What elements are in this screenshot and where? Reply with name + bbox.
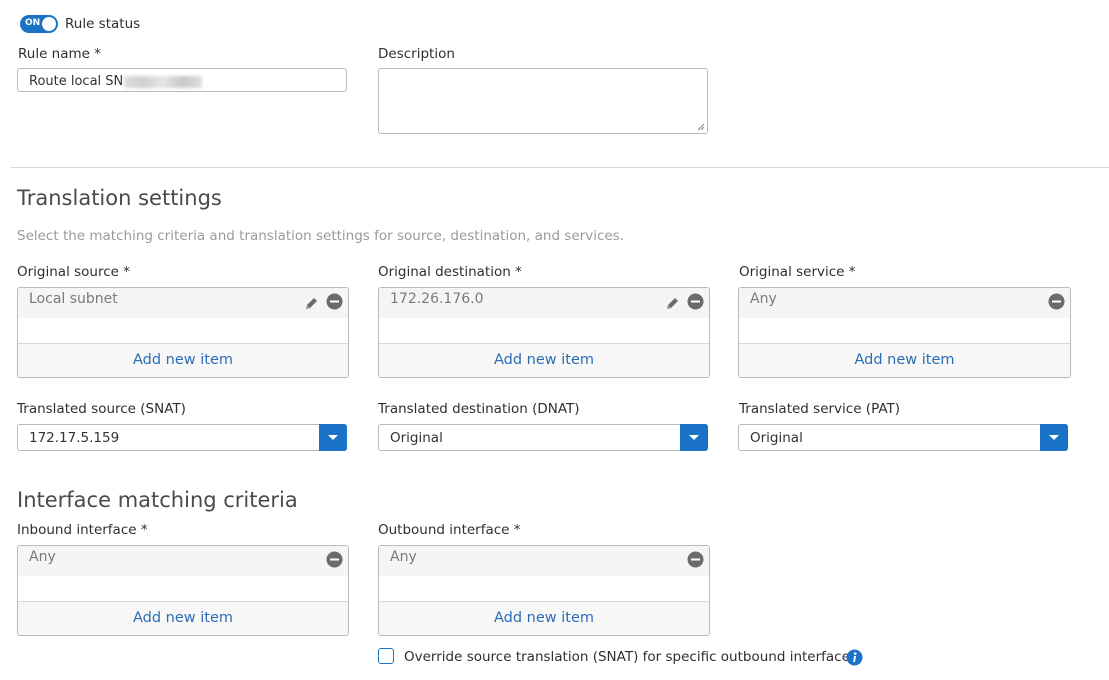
translated-destination-label: Translated destination (DNAT) [378, 401, 580, 417]
translated-destination-select[interactable]: Original [378, 424, 708, 451]
list-item: 172.26.176.0 [379, 288, 709, 318]
chevron-down-icon [689, 435, 699, 440]
original-destination-list: 172.26.176.0 Add new item [378, 287, 710, 378]
original-service-list: Any Add new item [738, 287, 1071, 378]
original-destination-label: Original destination * [378, 264, 522, 280]
original-source-add-button[interactable]: Add new item [18, 343, 348, 377]
override-snat-checkbox[interactable] [378, 648, 394, 664]
original-destination-add-button[interactable]: Add new item [379, 343, 709, 377]
original-source-item: Local subnet [29, 291, 118, 307]
original-service-add-button[interactable]: Add new item [739, 343, 1070, 377]
toggle-knob [42, 17, 56, 31]
outbound-interface-add-button[interactable]: Add new item [379, 601, 709, 635]
dropdown-arrow[interactable] [680, 424, 708, 451]
interface-matching-heading: Interface matching criteria [17, 488, 298, 512]
inbound-interface-list: Any Add new item [17, 545, 349, 636]
translated-service-value: Original [750, 430, 803, 446]
outbound-interface-label: Outbound interface * [378, 522, 521, 538]
rule-name-value: Route local SN [29, 74, 124, 89]
remove-item-icon[interactable] [326, 551, 343, 568]
remove-item-icon[interactable] [687, 551, 704, 568]
redacted-blur [124, 75, 203, 88]
original-service-label: Original service * [739, 264, 856, 280]
dropdown-arrow[interactable] [319, 424, 347, 451]
description-field[interactable] [378, 68, 708, 134]
outbound-interface-list: Any Add new item [378, 545, 710, 636]
description-label: Description [378, 46, 455, 62]
edit-pencil-icon[interactable] [303, 295, 320, 312]
rule-name-label: Rule name * [18, 46, 102, 62]
translated-source-select[interactable]: 172.17.5.159 [17, 424, 347, 451]
outbound-interface-item: Any [390, 549, 417, 565]
original-destination-item: 172.26.176.0 [390, 291, 484, 307]
dropdown-arrow[interactable] [1040, 424, 1068, 451]
remove-item-icon[interactable] [326, 293, 343, 310]
rule-name-field[interactable]: Route local SN [17, 68, 347, 92]
translated-service-select[interactable]: Original [738, 424, 1068, 451]
chevron-down-icon [328, 435, 338, 440]
inbound-interface-label: Inbound interface * [17, 522, 148, 538]
section-divider [11, 167, 1109, 168]
rule-status-label: Rule status [65, 16, 141, 32]
remove-item-icon[interactable] [687, 293, 704, 310]
inbound-interface-add-button[interactable]: Add new item [18, 601, 348, 635]
rule-status-toggle[interactable]: ON [20, 15, 58, 33]
translation-settings-heading: Translation settings [17, 186, 222, 210]
translated-source-value: 172.17.5.159 [29, 430, 120, 446]
chevron-down-icon [1049, 435, 1059, 440]
translation-settings-subtitle: Select the matching criteria and transla… [17, 228, 624, 244]
edit-pencil-icon[interactable] [664, 295, 681, 312]
remove-item-icon[interactable] [1048, 293, 1065, 310]
info-icon[interactable] [846, 649, 863, 666]
translated-destination-value: Original [390, 430, 443, 446]
original-source-label: Original source * [17, 264, 130, 280]
list-item: Local subnet [18, 288, 348, 318]
translated-source-label: Translated source (SNAT) [17, 401, 186, 417]
toggle-state-text: ON [25, 18, 41, 28]
inbound-interface-item: Any [29, 549, 56, 565]
list-item: Any [18, 546, 348, 576]
override-snat-label: Override source translation (SNAT) for s… [404, 649, 857, 665]
list-item: Any [379, 546, 709, 576]
list-item: Any [739, 288, 1070, 318]
original-service-item: Any [750, 291, 777, 307]
translated-service-label: Translated service (PAT) [739, 401, 901, 417]
resize-handle-icon[interactable] [697, 123, 705, 131]
original-source-list: Local subnet Add new item [17, 287, 349, 378]
